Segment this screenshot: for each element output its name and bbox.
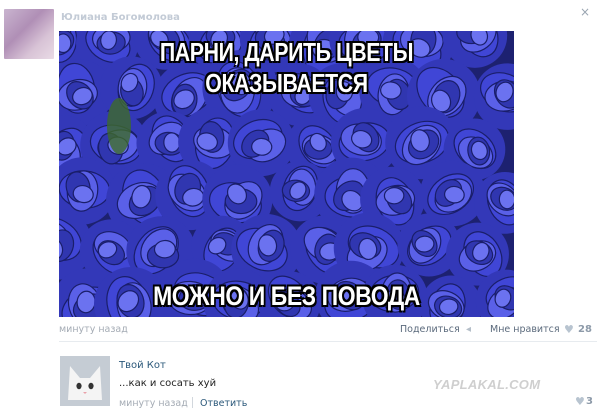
comment-like-count: 3 [586, 396, 593, 407]
post-timestamp[interactable]: минуту назад [59, 324, 128, 335]
meme-bottom-caption: МОЖНО И БЕЗ ПОВОДА [153, 281, 420, 311]
comment-author[interactable]: Твой Кот [119, 360, 166, 371]
watermark: YAPLAKAL.COM [433, 377, 541, 392]
separator [192, 397, 193, 408]
meme-image[interactable]: ПАРНИ, ДАРИТЬ ЦВЕТЫ ОКАЗЫВАЕТСЯ МОЖНО И … [59, 31, 514, 317]
heart-icon[interactable]: ♥ [564, 323, 574, 336]
reply-link[interactable]: Ответить [200, 398, 247, 409]
cat-avatar-picture [60, 356, 110, 406]
meme-top-caption: ПАРНИ, ДАРИТЬ ЦВЕТЫ ОКАЗЫВАЕТСЯ [159, 37, 414, 98]
like-button[interactable]: Мне нравится [490, 324, 560, 335]
post-author-name[interactable]: Юлиана Богомолова [61, 12, 180, 23]
close-icon[interactable]: × [579, 6, 591, 18]
comment-heart-icon[interactable]: ♥ [575, 395, 585, 408]
post-avatar[interactable] [4, 9, 54, 59]
like-count: 28 [578, 324, 592, 335]
comment-avatar[interactable] [60, 356, 110, 406]
share-icon: ◂ [466, 324, 472, 335]
divider [59, 341, 597, 342]
share-button[interactable]: Поделиться [400, 324, 460, 335]
comment-timestamp[interactable]: минуту назад [119, 398, 188, 409]
comment-text: ...как и сосать хуй [119, 378, 217, 389]
